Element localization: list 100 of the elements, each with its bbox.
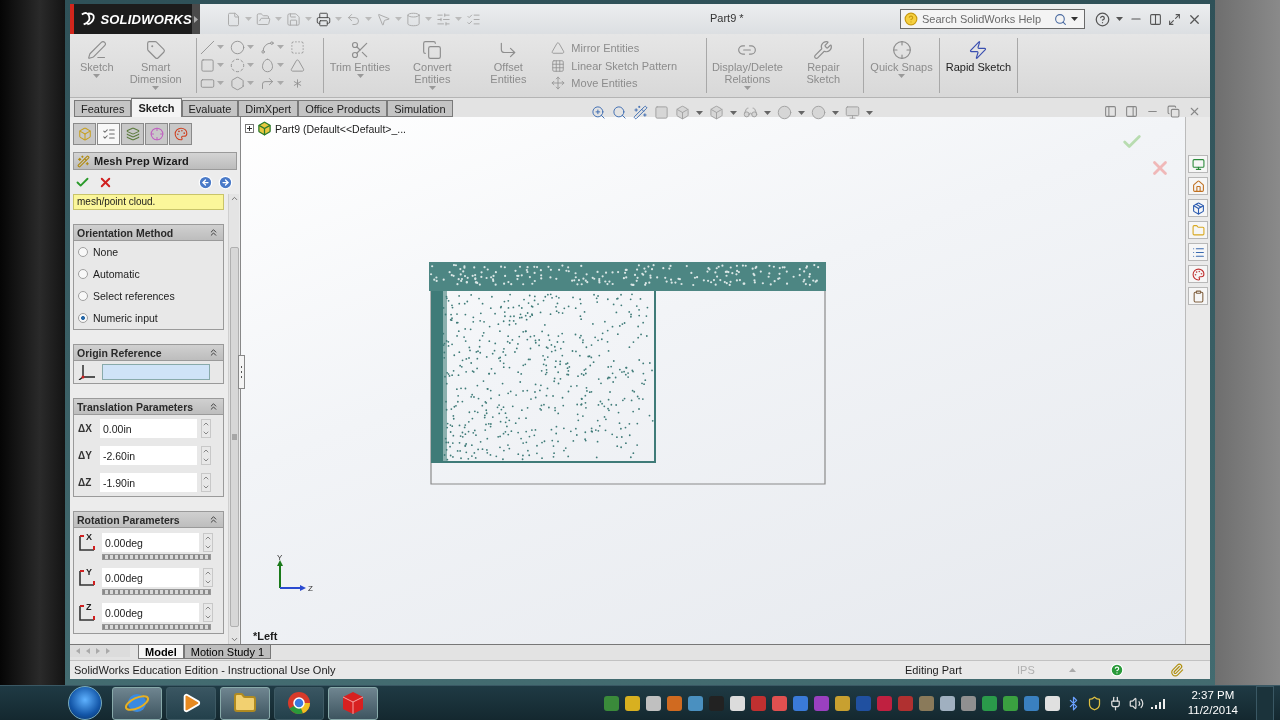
radio-button[interactable] <box>78 291 88 301</box>
spline-icon[interactable] <box>259 39 275 55</box>
radio-button[interactable] <box>78 313 88 323</box>
panel-handle[interactable] <box>238 355 245 389</box>
collapse-icon[interactable] <box>208 347 219 358</box>
line-icon[interactable] <box>199 39 215 55</box>
section-header[interactable]: Orientation Method <box>74 225 223 241</box>
rectangle-icon[interactable] <box>199 57 215 73</box>
circle-icon[interactable] <box>229 39 245 55</box>
radio-button[interactable] <box>78 247 88 257</box>
spin-buttons[interactable] <box>203 533 213 552</box>
save-icon[interactable] <box>286 11 301 27</box>
expand-icon[interactable] <box>245 124 254 133</box>
taskbar-button[interactable] <box>166 686 216 720</box>
file-icon[interactable] <box>226 11 241 27</box>
panel-icon[interactable] <box>1104 105 1117 118</box>
help-icon[interactable] <box>1095 11 1110 27</box>
start-button[interactable] <box>68 686 102 720</box>
show-desktop-button[interactable] <box>1256 685 1274 720</box>
square-icon[interactable] <box>654 105 669 120</box>
panel-tab[interactable] <box>169 123 192 145</box>
tray-icon[interactable] <box>939 695 955 711</box>
number-field[interactable]: -2.60in <box>100 446 197 465</box>
number-field[interactable]: 0.00deg <box>102 533 199 552</box>
circle-icon[interactable] <box>777 105 792 120</box>
close-icon[interactable] <box>98 175 113 190</box>
polygon-icon[interactable] <box>229 75 245 91</box>
speaker-icon[interactable] <box>1128 695 1144 711</box>
scroll-up-icon[interactable] <box>229 194 239 203</box>
tray-icon[interactable] <box>834 695 850 711</box>
paperclip-icon[interactable] <box>1170 663 1184 677</box>
command-tab[interactable]: Evaluate <box>181 100 239 117</box>
triangle-icon[interactable] <box>289 57 305 73</box>
command-tab[interactable]: Office Products <box>298 100 388 117</box>
folder-icon[interactable] <box>256 11 271 27</box>
search-box[interactable]: Search SolidWorks Help <box>900 9 1085 29</box>
tab-navigation[interactable] <box>70 645 130 657</box>
spin-buttons[interactable] <box>201 419 211 438</box>
collapse-icon[interactable] <box>208 514 219 525</box>
back-icon[interactable] <box>198 175 213 190</box>
tile-icon[interactable] <box>1149 12 1162 26</box>
command-tab[interactable]: DimXpert <box>238 100 299 117</box>
task-pane-button[interactable] <box>1188 265 1208 283</box>
task-pane-button[interactable] <box>1188 199 1208 217</box>
thumbwheel[interactable] <box>102 554 211 560</box>
task-pane-button[interactable] <box>1188 177 1208 195</box>
number-field[interactable]: 0.00deg <box>102 603 199 622</box>
tray-icon[interactable] <box>960 695 976 711</box>
task-pane-button[interactable] <box>1188 155 1208 173</box>
reference-field[interactable] <box>102 364 210 380</box>
printer-icon[interactable] <box>316 11 331 27</box>
search-field[interactable]: Search SolidWorks Help <box>922 13 1050 25</box>
scroll-down-icon[interactable] <box>229 635 239 644</box>
spin-buttons[interactable] <box>203 603 213 622</box>
cube-icon[interactable] <box>709 105 724 120</box>
model-tab[interactable]: Motion Study 1 <box>183 645 272 659</box>
panel-tab[interactable] <box>121 123 144 145</box>
thumbwheel[interactable] <box>102 589 211 595</box>
undo-icon[interactable] <box>346 11 361 27</box>
tray-icon[interactable] <box>624 695 640 711</box>
check-icon[interactable] <box>75 175 90 190</box>
tray-icon[interactable] <box>1044 695 1060 711</box>
scroll-thumb[interactable] <box>229 247 239 627</box>
command-tab[interactable]: Features <box>74 100 132 117</box>
panel-tab[interactable] <box>73 123 96 145</box>
taskbar-button[interactable] <box>328 686 378 720</box>
section-header[interactable]: Translation Parameters <box>74 399 223 415</box>
section-header[interactable]: Rotation Parameters <box>74 512 223 528</box>
task-pane-button[interactable] <box>1188 287 1208 305</box>
dashed-circle-icon[interactable] <box>229 57 245 73</box>
tree-item[interactable]: Part9 (Default<<Default>_... <box>275 122 407 135</box>
section-header[interactable]: Origin Reference <box>74 345 223 361</box>
collapse-icon[interactable] <box>208 227 219 238</box>
scrollbar[interactable] <box>228 194 239 644</box>
monitor-icon[interactable] <box>845 105 860 120</box>
radio-button[interactable] <box>78 269 88 279</box>
zoom-icon[interactable] <box>591 105 606 120</box>
command-tab[interactable]: Sketch <box>131 98 182 117</box>
sliders-icon[interactable] <box>436 11 451 27</box>
shield-icon[interactable] <box>1086 695 1102 711</box>
taskbar-button[interactable] <box>274 686 324 720</box>
panel-tab[interactable] <box>97 123 120 145</box>
taskbar-button[interactable] <box>220 686 270 720</box>
signal-icon[interactable] <box>1149 697 1166 709</box>
close-icon[interactable] <box>1188 105 1201 118</box>
spin-buttons[interactable] <box>203 568 213 587</box>
number-field[interactable]: 0.00deg <box>102 568 199 587</box>
ribbon-button[interactable]: Rapid Sketch <box>942 38 1015 93</box>
menu-expander[interactable] <box>192 4 200 34</box>
circle-icon[interactable] <box>811 105 826 120</box>
restore-icon[interactable] <box>1167 105 1180 118</box>
number-field[interactable]: 0.00in <box>100 419 197 438</box>
fillet-icon[interactable] <box>259 75 275 91</box>
search-icon[interactable] <box>612 105 627 120</box>
cylinder-icon[interactable] <box>406 11 421 27</box>
wand-icon[interactable] <box>633 105 648 120</box>
task-pane-button[interactable] <box>1188 243 1208 261</box>
thumbwheel[interactable] <box>102 624 211 630</box>
model-tab[interactable]: Model <box>138 645 184 659</box>
tray-icon[interactable] <box>645 695 661 711</box>
